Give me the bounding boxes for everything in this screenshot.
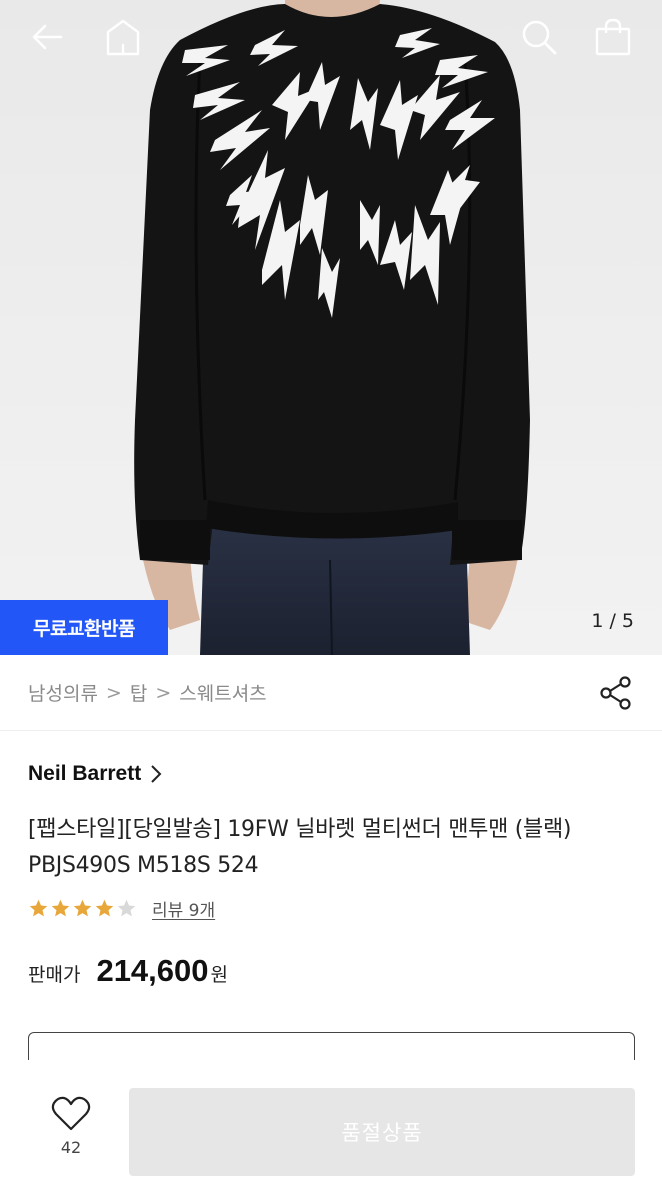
back-button[interactable] xyxy=(24,14,70,60)
home-button[interactable] xyxy=(100,14,146,60)
search-icon xyxy=(522,20,557,55)
chevron-right-icon xyxy=(149,764,163,784)
rating-row: 리뷰 9개 xyxy=(28,896,215,921)
breadcrumb-item-tops[interactable]: 탑 xyxy=(130,679,147,706)
product-title: [팹스타일][당일발송] 19FW 닐바렛 멀티썬더 맨투맨 (블랙) PBJS… xyxy=(28,817,572,878)
product-photo xyxy=(0,0,662,655)
shopping-bag-icon xyxy=(595,18,631,56)
wishlist-count: 42 xyxy=(60,1138,82,1157)
breadcrumb-separator: > xyxy=(155,681,172,704)
heart-icon xyxy=(51,1096,91,1131)
cart-button[interactable] xyxy=(590,14,636,60)
search-button[interactable] xyxy=(516,14,562,60)
share-button[interactable] xyxy=(596,673,636,713)
breadcrumb: 남성의류 > 탑 > 스웨트셔츠 xyxy=(28,679,267,706)
brand-name: Neil Barrett xyxy=(28,762,142,785)
top-navigation-bar xyxy=(0,0,662,80)
free-exchange-badge: 무료교환반품 xyxy=(0,600,168,655)
price-value: 214,600 xyxy=(96,953,209,988)
image-pager: 1 / 5 xyxy=(591,610,634,632)
star-filled-icon xyxy=(51,899,70,917)
rating-stars xyxy=(28,898,138,919)
breadcrumb-row: 남성의류 > 탑 > 스웨트셔츠 xyxy=(0,655,662,731)
brand-link[interactable]: Neil Barrett xyxy=(28,762,163,786)
star-filled-icon xyxy=(73,899,92,917)
home-icon xyxy=(106,19,140,56)
price-row: 판매가 214,600 원 xyxy=(28,953,228,989)
star-empty-icon xyxy=(117,899,136,917)
price-label: 판매가 xyxy=(28,964,81,986)
share-icon xyxy=(600,676,631,710)
breadcrumb-item-mens-clothing[interactable]: 남성의류 xyxy=(28,679,98,706)
breadcrumb-item-sweatshirts[interactable]: 스웨트셔츠 xyxy=(179,679,266,706)
review-count-link[interactable]: 리뷰 9개 xyxy=(152,896,215,921)
bottom-action-bar: 42 품절상품 xyxy=(0,1060,662,1200)
breadcrumb-separator: > xyxy=(105,681,122,704)
star-filled-icon xyxy=(29,899,48,917)
star-filled-icon xyxy=(95,899,114,917)
price-unit: 원 xyxy=(210,964,228,986)
wishlist-button[interactable]: 42 xyxy=(40,1096,102,1157)
product-image-carousel[interactable]: 무료교환반품 1 / 5 xyxy=(0,0,662,655)
back-arrow-icon xyxy=(32,24,63,50)
sold-out-button[interactable]: 품절상품 xyxy=(129,1088,635,1176)
